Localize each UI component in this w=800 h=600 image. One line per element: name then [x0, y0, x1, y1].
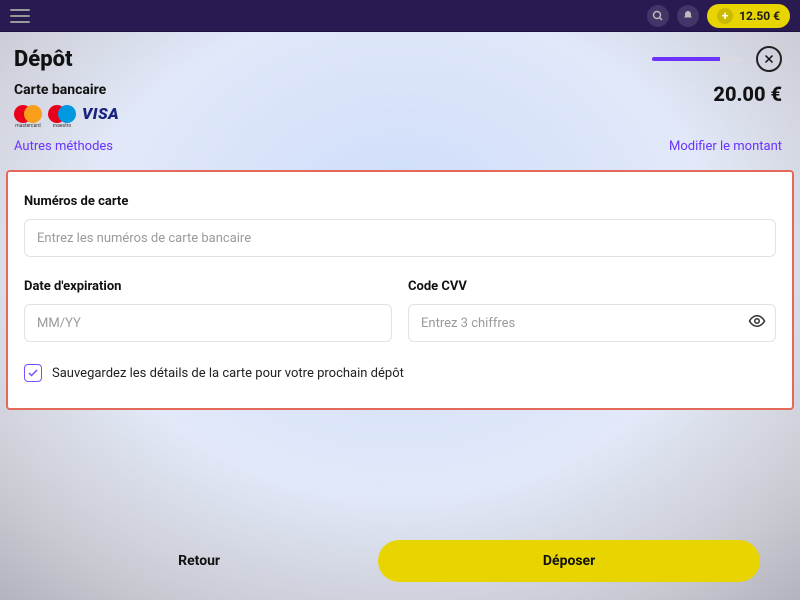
maestro-icon: maestro	[48, 105, 76, 123]
step-progress	[652, 57, 742, 61]
deposit-amount: 20.00 €	[713, 82, 782, 106]
page-title: Dépôt	[14, 47, 73, 72]
back-button[interactable]: Retour	[40, 540, 358, 582]
menu-icon[interactable]	[10, 9, 30, 23]
search-button[interactable]	[647, 5, 669, 27]
card-brand-logos: mastercard maestro VISA	[14, 104, 119, 123]
close-button[interactable]	[756, 46, 782, 72]
reveal-cvv-button[interactable]	[748, 312, 766, 334]
page-header: Dépôt	[0, 32, 800, 82]
other-methods-link[interactable]: Autres méthodes	[14, 139, 113, 154]
balance-amount: 12.50 €	[739, 9, 780, 23]
save-card-label: Sauvegardez les détails de la carte pour…	[52, 366, 404, 381]
top-nav: + 12.50 €	[0, 0, 800, 32]
save-card-checkbox[interactable]	[24, 364, 42, 382]
eye-icon	[748, 312, 766, 330]
method-amount-row: Carte bancaire mastercard maestro VISA 2…	[0, 82, 800, 139]
notifications-button[interactable]	[677, 5, 699, 27]
cvv-label: Code CVV	[408, 279, 776, 294]
deposit-button[interactable]: Déposer	[378, 540, 760, 582]
search-icon	[652, 10, 664, 22]
card-form-panel: Numéros de carte Date d'expiration Code …	[6, 170, 794, 410]
edit-amount-link[interactable]: Modifier le montant	[669, 139, 782, 154]
close-icon	[763, 53, 775, 65]
balance-pill[interactable]: + 12.50 €	[707, 4, 790, 28]
check-icon	[27, 367, 39, 379]
bell-icon	[682, 10, 694, 22]
cvv-input[interactable]	[408, 304, 776, 342]
payment-method-title: Carte bancaire	[14, 82, 119, 98]
deposit-button-label: Déposer	[543, 553, 595, 569]
mastercard-icon: mastercard	[14, 105, 42, 123]
card-number-label: Numéros de carte	[24, 194, 776, 209]
footer-actions: Retour Déposer	[0, 540, 800, 582]
card-number-input[interactable]	[24, 219, 776, 257]
back-button-label: Retour	[178, 553, 220, 569]
expiry-input[interactable]	[24, 304, 392, 342]
visa-icon: VISA	[82, 104, 119, 123]
plus-icon: +	[717, 8, 733, 24]
expiry-label: Date d'expiration	[24, 279, 392, 294]
